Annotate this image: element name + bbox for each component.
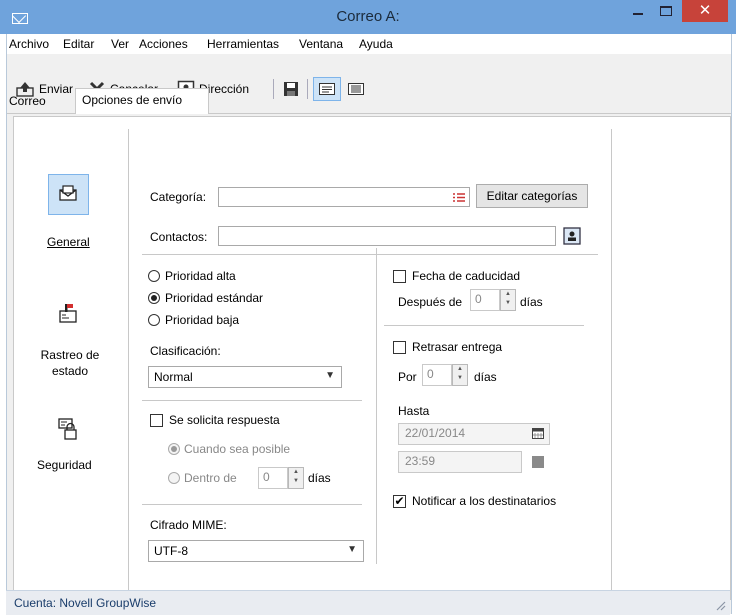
after-days-unit: días <box>520 295 543 309</box>
chevron-down-icon: ▼ <box>325 370 335 381</box>
within-days-unit: días <box>308 471 331 485</box>
reply-requested-label: Se solicita respuesta <box>169 413 280 427</box>
by-days-spinner[interactable]: ▲ ▼ <box>452 364 468 386</box>
top-divider <box>142 254 598 255</box>
general-envelope-icon <box>59 185 77 201</box>
contacts-label: Contactos: <box>150 230 208 244</box>
mime-value: UTF-8 <box>154 544 188 558</box>
after-days-input[interactable]: 0 <box>470 289 500 311</box>
close-button[interactable]: ✕ <box>682 0 728 22</box>
resize-grip-icon[interactable] <box>714 599 726 611</box>
menu-herramientas[interactable]: Herramientas <box>207 37 279 51</box>
by-label: Por <box>398 370 417 384</box>
right-divider <box>611 129 612 593</box>
notify-label: Notificar a los destinatarios <box>412 494 557 508</box>
general-selected[interactable] <box>48 174 89 215</box>
category-field[interactable] <box>218 187 470 207</box>
contacts-address-book-icon[interactable] <box>563 227 581 245</box>
priority-standard-label: Prioridad estándar <box>165 291 264 305</box>
classification-select[interactable]: Normal ▼ <box>148 366 342 388</box>
menu-archivo[interactable]: Archivo <box>9 37 49 51</box>
status-bar: Cuenta: Novell GroupWise <box>6 590 730 615</box>
left-divider <box>128 129 129 593</box>
classification-label: Clasificación: <box>150 344 221 358</box>
tab-opciones-de-envio[interactable]: Opciones de envío <box>75 88 209 114</box>
tab-strip: Correo Opciones de envío <box>7 88 731 114</box>
priority-low-radio[interactable] <box>148 314 160 326</box>
within-days-input[interactable]: 0 <box>258 467 288 489</box>
within-radio[interactable] <box>168 472 180 484</box>
middle-divider <box>376 248 377 564</box>
sidebar-general[interactable]: General <box>47 235 90 249</box>
when-possible-radio[interactable] <box>168 443 180 455</box>
expiration-label: Fecha de caducidad <box>412 269 521 283</box>
menu-editar[interactable]: Editar <box>63 37 94 51</box>
priority-high-radio[interactable] <box>148 270 160 282</box>
category-list-icon[interactable] <box>453 193 465 202</box>
delay-checkbox[interactable] <box>393 341 406 354</box>
sidebar-seguridad[interactable]: Seguridad <box>37 458 92 472</box>
menu-bar: Archivo Editar Ver Acciones Herramientas… <box>7 34 731 54</box>
expiration-divider <box>384 325 584 326</box>
classification-divider <box>142 400 362 401</box>
window-frame: Archivo Editar Ver Acciones Herramientas… <box>6 34 732 614</box>
until-date-field[interactable]: 22/01/2014 <box>398 423 550 445</box>
sidebar-rastreo-de-estado[interactable]: Rastreo de estado <box>38 347 102 379</box>
priority-high-label: Prioridad alta <box>165 269 236 283</box>
menu-acciones[interactable]: Acciones <box>139 37 188 51</box>
within-days-spinner[interactable]: ▲ ▼ <box>288 467 304 489</box>
mime-label: Cifrado MIME: <box>150 518 227 532</box>
options-panel: General Rastreo de estado Seguridad Cate… <box>13 116 731 600</box>
account-status: Cuenta: Novell GroupWise <box>14 596 157 610</box>
by-days-unit: días <box>474 370 497 384</box>
after-label: Después de <box>398 295 463 309</box>
contacts-field[interactable] <box>218 226 556 246</box>
title-bar: Correo A: ✕ <box>0 0 736 34</box>
classification-value: Normal <box>154 370 193 384</box>
delay-label: Retrasar entrega <box>412 340 503 354</box>
chevron-down-icon: ▼ <box>347 544 357 555</box>
until-label: Hasta <box>398 404 430 418</box>
reply-requested-checkbox[interactable] <box>150 414 163 427</box>
security-lock-icon[interactable] <box>57 417 79 441</box>
until-time-field[interactable]: 23:59 <box>398 451 522 473</box>
within-label: Dentro de <box>184 471 237 485</box>
edit-categories-button[interactable]: Editar categorías <box>476 184 588 208</box>
expiration-checkbox[interactable] <box>393 270 406 283</box>
when-possible-label: Cuando sea posible <box>184 442 291 456</box>
by-days-input[interactable]: 0 <box>422 364 452 386</box>
menu-ver[interactable]: Ver <box>111 37 129 51</box>
time-picker-button[interactable] <box>532 456 544 468</box>
mime-select[interactable]: UTF-8 ▼ <box>148 540 364 562</box>
maximize-button[interactable] <box>652 0 680 22</box>
after-days-spinner[interactable]: ▲ ▼ <box>500 289 516 311</box>
tab-correo[interactable]: Correo <box>9 94 46 115</box>
notify-checkbox[interactable]: ✔ <box>393 495 406 508</box>
priority-low-label: Prioridad baja <box>165 313 240 327</box>
until-date-value: 22/01/2014 <box>405 426 466 440</box>
menu-ventana[interactable]: Ventana <box>299 37 343 51</box>
calendar-icon[interactable] <box>532 428 544 439</box>
category-label: Categoría: <box>150 190 207 204</box>
reply-divider <box>142 504 362 505</box>
menu-ayuda[interactable]: Ayuda <box>359 37 393 51</box>
status-tracking-icon[interactable] <box>57 303 79 325</box>
minimize-button[interactable] <box>624 0 652 22</box>
priority-standard-radio[interactable] <box>148 292 160 304</box>
